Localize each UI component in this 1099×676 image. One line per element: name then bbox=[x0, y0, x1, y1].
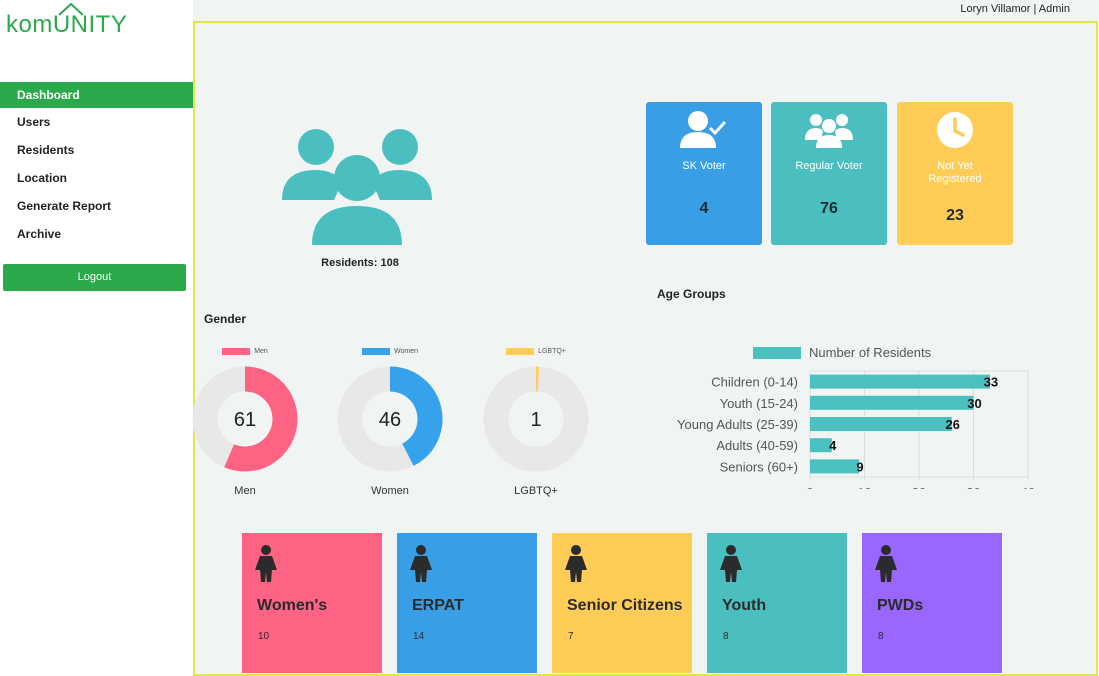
bar[interactable] bbox=[810, 459, 860, 474]
sidebar: komUNITY Dashboard Users Residents Locat… bbox=[0, 0, 193, 676]
legend-label: Women bbox=[394, 348, 418, 355]
bar[interactable] bbox=[810, 395, 974, 410]
legend-swatch bbox=[222, 348, 251, 355]
donut-lgbtq: LGBTQ+ 1 LGBTQ+ bbox=[481, 346, 591, 506]
legend-swatch[interactable] bbox=[753, 347, 801, 359]
group-name: ERPAT bbox=[412, 597, 464, 614]
legend-swatch bbox=[506, 348, 535, 355]
donut-chart: 1 bbox=[483, 366, 589, 472]
donut-caption: Men bbox=[234, 485, 256, 497]
legend-women[interactable]: Women bbox=[335, 348, 445, 355]
sidebar-item-archive[interactable]: Archive bbox=[0, 220, 193, 248]
age-groups-title: Age Groups bbox=[657, 287, 726, 301]
group-card-youth[interactable]: Youth 8 bbox=[707, 533, 847, 673]
user-check-icon bbox=[680, 111, 727, 148]
sk-voter-label: SK Voter bbox=[682, 160, 726, 172]
donut-chart: 61 bbox=[192, 366, 298, 472]
bar[interactable] bbox=[810, 374, 990, 389]
bar-value-label: 4 bbox=[829, 438, 837, 453]
y-category-label: Seniors (60+) bbox=[720, 459, 798, 474]
legend-men[interactable]: Men bbox=[190, 348, 300, 355]
group-count: 10 bbox=[258, 631, 270, 642]
sidebar-item-generate-report[interactable]: Generate Report bbox=[0, 192, 193, 220]
bar[interactable] bbox=[810, 417, 952, 431]
logo-text: komUNITY bbox=[6, 11, 128, 38]
clock-icon bbox=[937, 112, 973, 148]
x-tick-label: 0 bbox=[806, 485, 813, 489]
person-icon bbox=[565, 545, 587, 582]
not-registered-label: Not Yet Registered bbox=[928, 160, 982, 185]
group-count: 8 bbox=[878, 631, 884, 642]
dashboard-main: Residents: 108 SK Voter 4 Regular Voter … bbox=[190, 21, 1098, 676]
legend-label: Number of Residents bbox=[809, 345, 932, 360]
donut-caption: Women bbox=[371, 485, 409, 497]
top-bar: Loryn Villamor | Admin bbox=[193, 0, 1099, 21]
sidebar-item-users[interactable]: Users bbox=[0, 108, 193, 136]
group-name: Youth bbox=[722, 597, 767, 614]
bar-value-label: 26 bbox=[945, 417, 959, 432]
person-icon bbox=[720, 545, 742, 582]
legend-label: LGBTQ+ bbox=[538, 348, 566, 355]
group-card-erpat[interactable]: ERPAT 14 bbox=[397, 533, 537, 673]
group-card-senior-citizens[interactable]: Senior Citizens 7 bbox=[552, 533, 692, 673]
bar-value-label: 9 bbox=[856, 459, 863, 474]
person-icon bbox=[410, 545, 432, 582]
user-label[interactable]: Loryn Villamor | Admin bbox=[960, 3, 1070, 15]
users-group-icon bbox=[282, 129, 432, 245]
x-tick-label: 40 bbox=[1021, 485, 1035, 489]
not-registered-card[interactable]: Not Yet Registered 23 bbox=[897, 102, 1013, 245]
y-category-label: Adults (40-59) bbox=[716, 438, 798, 453]
donut-center-value: 1 bbox=[530, 409, 541, 431]
x-tick-label: 10 bbox=[857, 485, 871, 489]
person-icon bbox=[875, 545, 897, 582]
residents-count: Residents: 108 bbox=[321, 257, 399, 269]
users-icon bbox=[805, 114, 853, 148]
sidebar-item-dashboard[interactable]: Dashboard bbox=[0, 82, 193, 108]
donut-center-value: 46 bbox=[379, 409, 401, 431]
donut-men: Men 61 Men bbox=[190, 346, 300, 506]
group-card-womens[interactable]: Women's 10 bbox=[242, 533, 382, 673]
logout-button[interactable]: Logout bbox=[3, 264, 186, 291]
sidebar-item-location[interactable]: Location bbox=[0, 164, 193, 192]
sidebar-item-residents[interactable]: Residents bbox=[0, 136, 193, 164]
sk-voter-value: 4 bbox=[699, 200, 709, 217]
person-icon bbox=[255, 545, 277, 582]
group-count: 14 bbox=[413, 631, 425, 642]
y-category-label: Young Adults (25-39) bbox=[677, 417, 798, 432]
bar-value-label: 33 bbox=[984, 375, 998, 390]
group-count: 8 bbox=[723, 631, 729, 642]
bar-value-label: 30 bbox=[967, 396, 981, 411]
donut-caption: LGBTQ+ bbox=[514, 485, 558, 497]
x-tick-label: 20 bbox=[912, 485, 926, 489]
sidebar-nav: Dashboard Users Residents Location Gener… bbox=[0, 82, 193, 248]
regular-voter-value: 76 bbox=[820, 200, 838, 217]
age-groups-chart: Number of Residents 0 10 20 30 40 Children (0-… bbox=[677, 345, 1035, 489]
sk-voter-card[interactable]: SK Voter 4 bbox=[646, 102, 762, 245]
group-name: Women's bbox=[257, 597, 328, 614]
legend-label: Men bbox=[254, 348, 268, 355]
not-registered-value: 23 bbox=[946, 207, 964, 224]
group-card-pwds[interactable]: PWDs 8 bbox=[862, 533, 1002, 673]
x-tick-label: 30 bbox=[966, 485, 980, 489]
app-logo[interactable]: komUNITY bbox=[6, 2, 136, 38]
donut-chart: 46 bbox=[337, 366, 443, 472]
donut-center-value: 61 bbox=[234, 409, 256, 431]
legend-lgbtq[interactable]: LGBTQ+ bbox=[481, 348, 591, 355]
gender-title: Gender bbox=[204, 312, 247, 326]
regular-voter-card[interactable]: Regular Voter 76 bbox=[771, 102, 887, 245]
legend-swatch bbox=[362, 348, 390, 355]
donut-women: Women 46 Women bbox=[335, 346, 445, 506]
group-count: 7 bbox=[568, 631, 574, 642]
group-name: Senior Citizens bbox=[567, 597, 683, 614]
group-name: PWDs bbox=[877, 597, 924, 614]
regular-voter-label: Regular Voter bbox=[795, 160, 863, 172]
y-category-label: Children (0-14) bbox=[711, 375, 798, 390]
y-category-label: Youth (15-24) bbox=[720, 396, 798, 411]
